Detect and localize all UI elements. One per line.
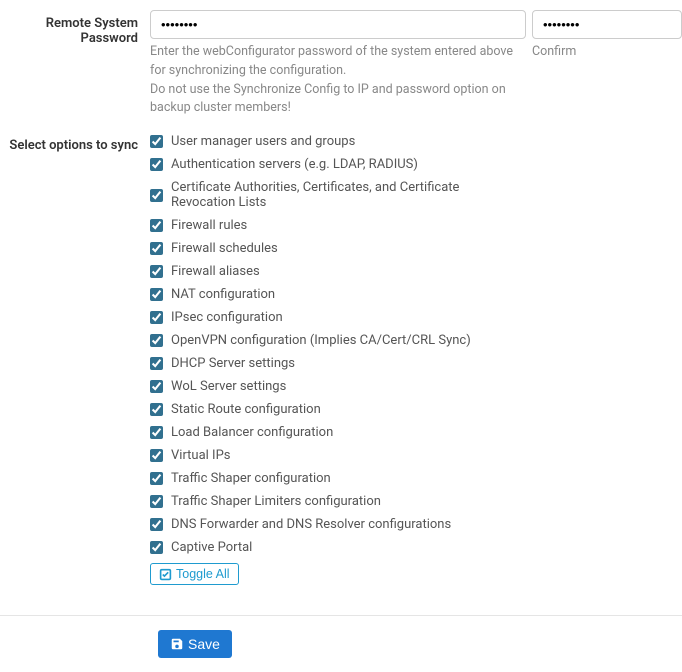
sync-option-checkbox[interactable]: [150, 472, 163, 485]
sync-option-checkbox[interactable]: [150, 541, 163, 554]
save-button[interactable]: Save: [158, 630, 232, 658]
sync-option-row: Virtual IPs: [150, 446, 526, 465]
sync-option-row: Firewall schedules: [150, 239, 526, 258]
sync-option-label: Load Balancer configuration: [171, 425, 333, 440]
toggle-all-label: Toggle All: [176, 567, 230, 581]
sync-option-row: User manager users and groups: [150, 132, 526, 151]
sync-option-label: Firewall schedules: [171, 241, 278, 256]
sync-option-label: DNS Forwarder and DNS Resolver configura…: [171, 517, 451, 532]
sync-option-row: IPsec configuration: [150, 308, 526, 327]
sync-option-label: Firewall rules: [171, 218, 247, 233]
sync-option-checkbox[interactable]: [150, 242, 163, 255]
sync-option-checkbox[interactable]: [150, 495, 163, 508]
sync-option-checkbox[interactable]: [150, 426, 163, 439]
sync-option-label: WoL Server settings: [171, 379, 286, 394]
confirm-password-input[interactable]: [532, 10, 682, 39]
sync-option-checkbox[interactable]: [150, 311, 163, 324]
password-label: Remote System Password: [0, 10, 150, 46]
sync-option-row: NAT configuration: [150, 285, 526, 304]
sync-option-row: WoL Server settings: [150, 377, 526, 396]
sync-option-checkbox[interactable]: [150, 189, 163, 202]
password-help-2: Do not use the Synchronize Config to IP …: [150, 81, 526, 119]
sync-option-checkbox[interactable]: [150, 334, 163, 347]
sync-option-label: Static Route configuration: [171, 402, 321, 417]
sync-option-row: Authentication servers (e.g. LDAP, RADIU…: [150, 155, 526, 174]
sync-option-row: Load Balancer configuration: [150, 423, 526, 442]
sync-option-label: Traffic Shaper configuration: [171, 471, 331, 486]
sync-option-label: Virtual IPs: [171, 448, 230, 463]
save-button-label: Save: [188, 636, 220, 652]
sync-option-label: Authentication servers (e.g. LDAP, RADIU…: [171, 157, 418, 172]
sync-option-label: Certificate Authorities, Certificates, a…: [171, 180, 526, 210]
sync-options-list: User manager users and groups Authenticat…: [150, 132, 532, 585]
sync-option-checkbox[interactable]: [150, 288, 163, 301]
sync-option-checkbox[interactable]: [150, 403, 163, 416]
sync-option-checkbox[interactable]: [150, 265, 163, 278]
confirm-label: Confirm: [532, 43, 682, 62]
sync-option-label: NAT configuration: [171, 287, 275, 302]
sync-option-row: Certificate Authorities, Certificates, a…: [150, 178, 526, 212]
sync-option-label: OpenVPN configuration (Implies CA/Cert/C…: [171, 333, 471, 348]
sync-option-checkbox[interactable]: [150, 518, 163, 531]
sync-option-label: Captive Portal: [171, 540, 252, 555]
sync-option-row: DHCP Server settings: [150, 354, 526, 373]
sync-options-label: Select options to sync: [0, 132, 150, 153]
sync-option-checkbox[interactable]: [150, 158, 163, 171]
sync-option-label: User manager users and groups: [171, 134, 355, 149]
sync-option-row: DNS Forwarder and DNS Resolver configura…: [150, 515, 526, 534]
sync-option-label: Firewall aliases: [171, 264, 260, 279]
password-help-1: Enter the webConfigurator password of th…: [150, 43, 526, 81]
save-icon: [170, 637, 184, 651]
sync-option-checkbox[interactable]: [150, 219, 163, 232]
toggle-all-button[interactable]: Toggle All: [150, 563, 239, 585]
divider: [0, 615, 682, 616]
sync-option-label: IPsec configuration: [171, 310, 283, 325]
sync-option-row: Captive Portal: [150, 538, 526, 557]
sync-option-row: Firewall aliases: [150, 262, 526, 281]
sync-option-row: OpenVPN configuration (Implies CA/Cert/C…: [150, 331, 526, 350]
sync-option-row: Static Route configuration: [150, 400, 526, 419]
remote-password-input[interactable]: [150, 10, 526, 39]
sync-option-label: DHCP Server settings: [171, 356, 295, 371]
sync-option-label: Traffic Shaper Limiters configuration: [171, 494, 381, 509]
sync-option-checkbox[interactable]: [150, 380, 163, 393]
sync-option-row: Traffic Shaper Limiters configuration: [150, 492, 526, 511]
sync-option-row: Firewall rules: [150, 216, 526, 235]
sync-option-checkbox[interactable]: [150, 135, 163, 148]
sync-option-row: Traffic Shaper configuration: [150, 469, 526, 488]
check-icon: [159, 568, 172, 581]
sync-option-checkbox[interactable]: [150, 449, 163, 462]
sync-option-checkbox[interactable]: [150, 357, 163, 370]
